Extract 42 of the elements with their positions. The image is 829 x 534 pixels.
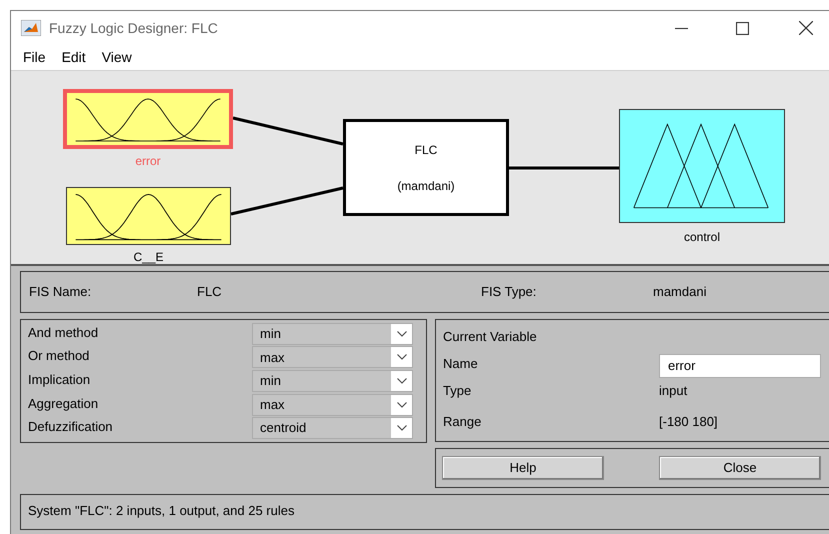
method-label: And method [28, 324, 98, 342]
method-dropdown[interactable]: min [252, 322, 413, 345]
type-label: Type [443, 382, 472, 400]
chevron-down-icon [396, 402, 406, 408]
method-dropdown[interactable]: max [252, 394, 413, 416]
input-variable-label: C__E [133, 249, 164, 266]
method-label: Aggregation [28, 394, 98, 413]
input-variable-label: error [135, 153, 161, 170]
output-variable-label: control [684, 229, 720, 246]
chevron-down-icon [396, 330, 406, 337]
menu-item[interactable]: View [100, 47, 134, 68]
range-value: [-180 180] [659, 413, 718, 431]
dialog-button[interactable]: Close [659, 456, 821, 480]
method-label: Defuzzification [28, 418, 113, 436]
fis-type-value: mamdani [653, 283, 706, 302]
chevron-down-icon [396, 425, 406, 432]
fis-name-value: FLC [197, 283, 223, 302]
method-dropdown[interactable]: max [252, 346, 413, 368]
status-text: System "FLC": 2 inputs, 1 output, and 25 rules [28, 503, 294, 518]
chevron-down-icon [396, 354, 406, 360]
system-name: FLC [414, 142, 438, 158]
name-field[interactable]: error [659, 354, 821, 378]
system-type: (mamdani) [397, 178, 455, 194]
app-logo-icon [21, 20, 41, 36]
chevron-down-icon [396, 378, 406, 384]
method-dropdown[interactable]: centroid [252, 417, 413, 440]
method-dropdown[interactable]: min [252, 370, 413, 392]
system-node[interactable]: FLC (mamdani) [343, 119, 509, 216]
current-variable-title: Current Variable [443, 328, 538, 346]
fis-type-label: FIS Type: [481, 283, 538, 302]
method-label: Or method [28, 347, 90, 366]
window-title: Fuzzy Logic Designer: FLC [49, 18, 218, 38]
dialog-button[interactable]: Help [442, 456, 604, 480]
close-icon[interactable] [799, 21, 813, 35]
fis-name-label: FIS Name: [29, 283, 92, 302]
menu-item[interactable]: Edit [60, 47, 88, 68]
range-label: Range [443, 413, 482, 431]
menu-item[interactable]: File [21, 47, 48, 68]
maximize-icon[interactable] [736, 22, 749, 34]
method-label: Implication [28, 370, 90, 389]
type-value: input [659, 382, 688, 400]
name-label: Name [443, 354, 479, 372]
